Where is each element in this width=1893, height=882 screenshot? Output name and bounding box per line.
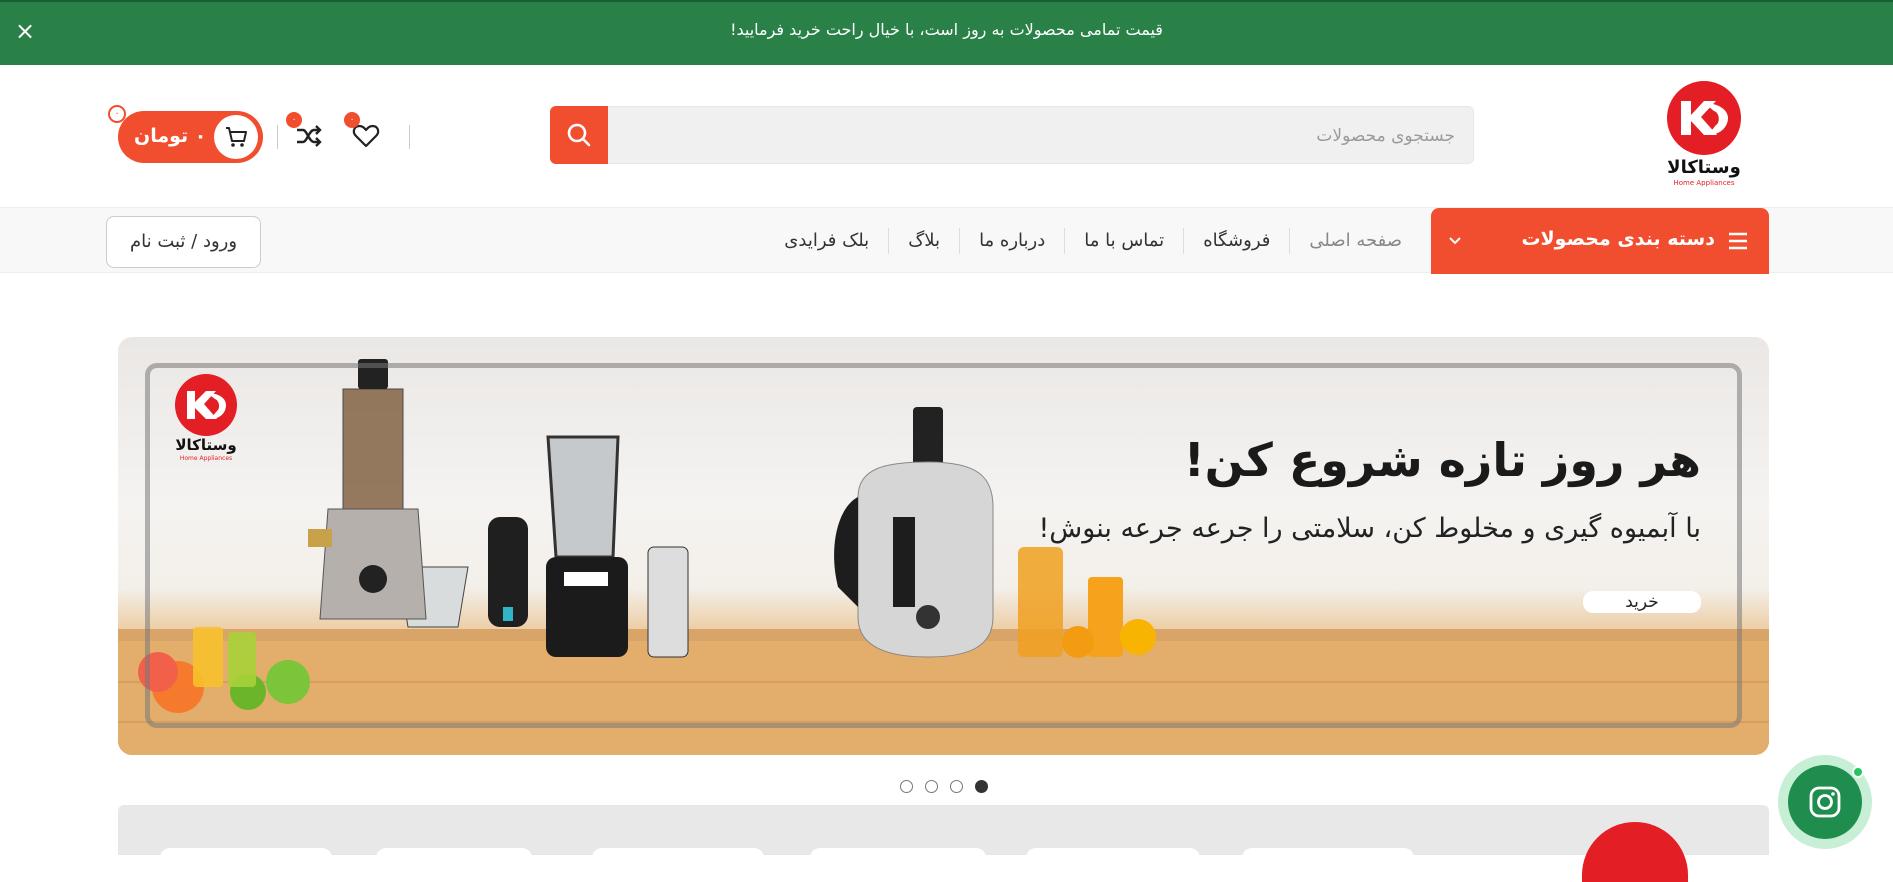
cart-total: ۰ تومان (134, 125, 207, 147)
category-card[interactable] (1026, 848, 1200, 868)
slider-dots (900, 780, 988, 793)
nav-about[interactable]: درباره ما (959, 228, 1064, 254)
site-header: وستاکالا Home Appliances جستجوی محصولات … (0, 65, 1893, 207)
header-divider (409, 125, 410, 149)
search-icon (567, 123, 591, 147)
slider-dot-active[interactable] (975, 780, 988, 793)
login-register-button[interactable]: ورود / ثبت نام (106, 216, 261, 268)
cart-icon (226, 127, 247, 147)
header-divider (277, 125, 278, 149)
categories-section (118, 805, 1769, 882)
svg-text:وستاکالا: وستاکالا (175, 436, 236, 454)
nav-contact[interactable]: تماس با ما (1064, 228, 1183, 254)
instagram-button-inner (1788, 765, 1862, 839)
banner-logo: وستاکالا Home Appliances (175, 374, 237, 462)
section-logo (1582, 822, 1688, 882)
banner-frame (145, 363, 1742, 728)
online-indicator (1852, 766, 1864, 778)
nav-black-friday[interactable]: بلک فرایدی (765, 228, 888, 254)
nav-links: صفحه اصلی فروشگاه تماس با ما درباره ما ب… (765, 208, 1421, 274)
announcement-text: قیمت تمامی محصولات به روز است، با خیال ر… (730, 20, 1163, 39)
categories-label: دسته بندی محصولات (1521, 228, 1715, 250)
wishlist-badge: ۰ (344, 112, 360, 128)
search-input[interactable]: جستجوی محصولات (1316, 107, 1455, 165)
slider-dot[interactable] (925, 780, 938, 793)
main-nav: دسته بندی محصولات صفحه اصلی فروشگاه تماس… (0, 207, 1893, 274)
search-button[interactable] (550, 106, 608, 164)
announcement-bar: قیمت تمامی محصولات به روز است، با خیال ر… (0, 0, 1893, 65)
categories-button[interactable]: دسته بندی محصولات (1431, 208, 1769, 274)
category-card[interactable] (1242, 848, 1414, 868)
slider-dot[interactable] (950, 780, 963, 793)
banner-buy-button[interactable]: خرید (1583, 591, 1701, 613)
chevron-down-icon (1449, 237, 1461, 245)
search-box[interactable]: جستجوی محصولات (550, 106, 1474, 164)
category-card[interactable] (376, 848, 532, 868)
close-icon[interactable]: × (12, 18, 38, 44)
instagram-float-button[interactable] (1778, 755, 1872, 849)
nav-home[interactable]: صفحه اصلی (1289, 228, 1421, 254)
nav-shop[interactable]: فروشگاه (1183, 228, 1289, 254)
wishlist-button[interactable]: ۰ (344, 112, 383, 153)
compare-badge: ۰ (286, 112, 302, 128)
svg-text:Home Appliances: Home Appliances (1674, 179, 1735, 187)
banner-subtitle: با آبمیوه گیری و مخلوط کن، سلامتی را جرع… (1038, 513, 1701, 544)
category-card[interactable] (160, 848, 332, 868)
category-card[interactable] (810, 848, 986, 868)
nav-blog[interactable]: بلاگ (888, 228, 959, 254)
svg-text:وستاکالا: وستاکالا (1667, 157, 1741, 178)
instagram-icon (1809, 786, 1841, 818)
compare-button[interactable]: ۰ (286, 112, 326, 153)
site-logo[interactable]: وستاکالا Home Appliances (1664, 81, 1744, 189)
banner-headline: هر روز تازه شروع کن! (1183, 433, 1701, 487)
hero-banner[interactable]: وستاکالا Home Appliances هر روز تازه شرو… (118, 337, 1769, 755)
cart-badge: ۰ (108, 105, 126, 123)
menu-icon (1729, 232, 1747, 250)
cart-icon-wrap (214, 115, 258, 159)
category-card[interactable] (592, 848, 764, 868)
cart-button[interactable]: ۰ تومان (118, 111, 263, 163)
slider-dot[interactable] (900, 780, 913, 793)
svg-text:Home Appliances: Home Appliances (180, 455, 232, 462)
